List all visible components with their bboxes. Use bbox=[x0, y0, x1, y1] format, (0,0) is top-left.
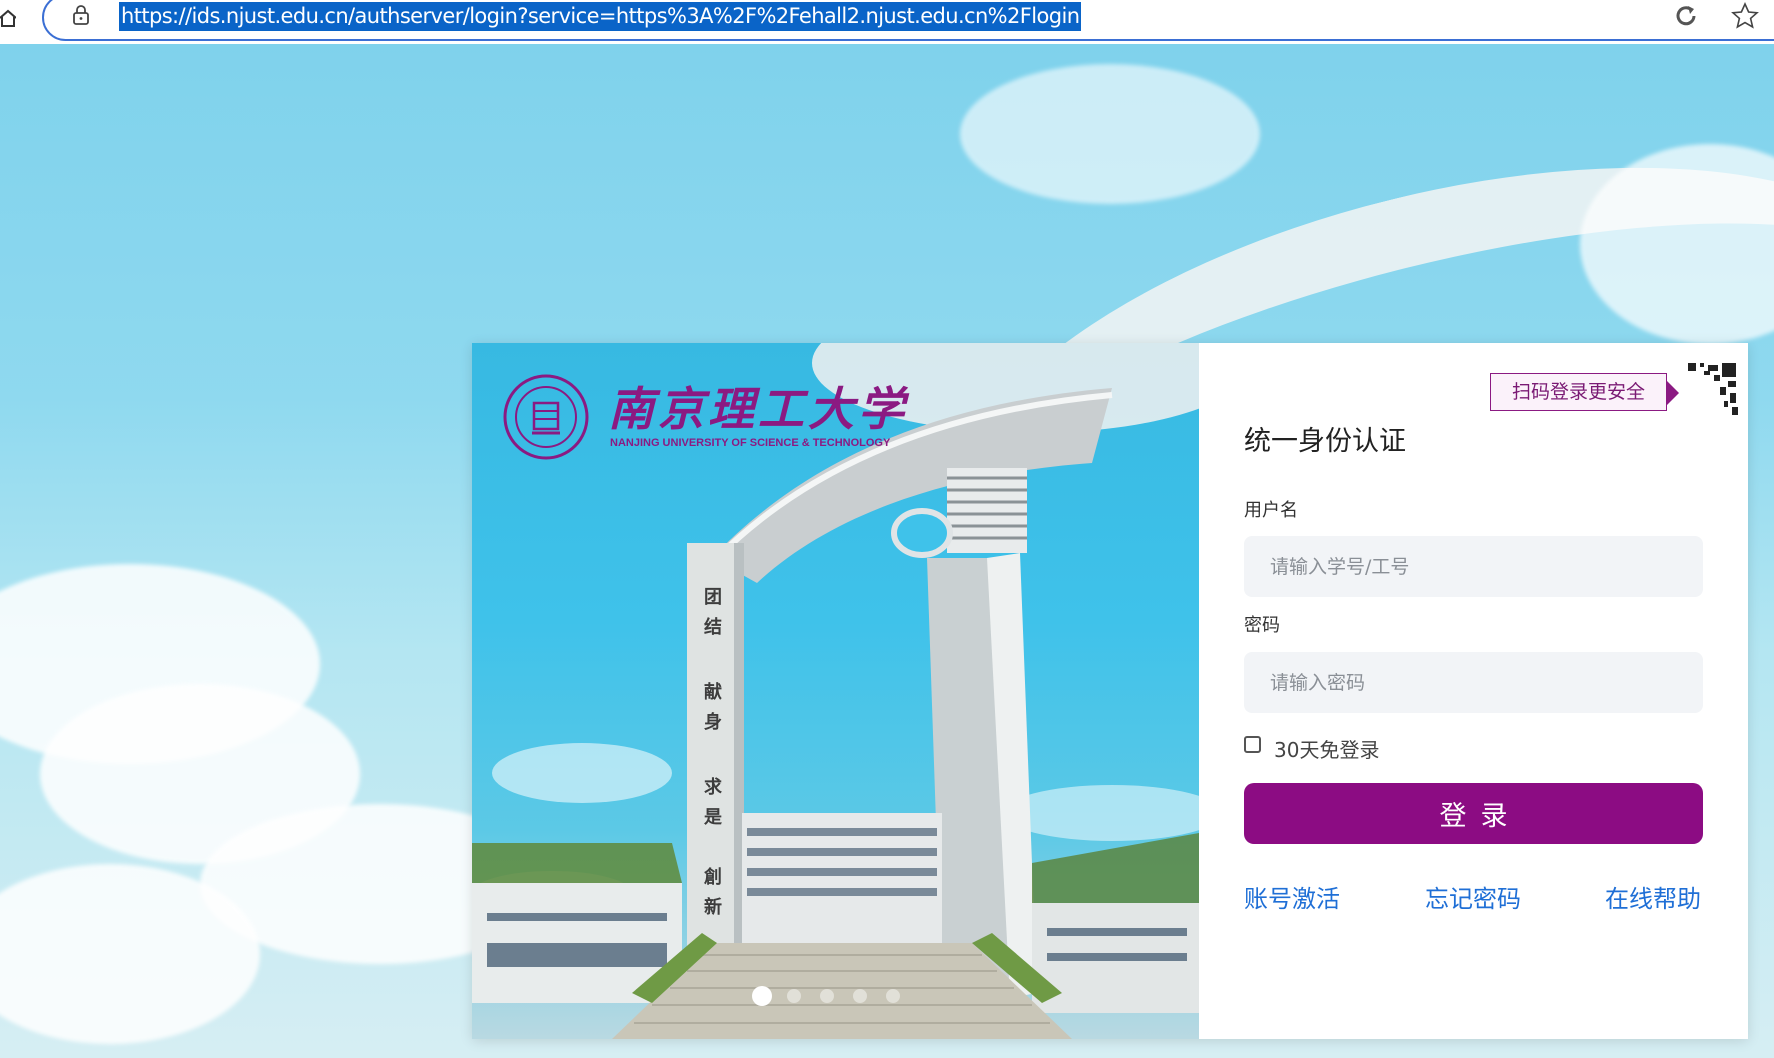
carousel-dot-2[interactable] bbox=[787, 989, 801, 1003]
background-cloud bbox=[960, 64, 1260, 204]
svg-text:求: 求 bbox=[704, 776, 723, 798]
svg-text:团: 团 bbox=[704, 587, 722, 608]
carousel-dot-4[interactable] bbox=[853, 989, 867, 1003]
svg-text:身: 身 bbox=[704, 711, 722, 733]
username-input[interactable] bbox=[1244, 536, 1703, 597]
svg-text:献: 献 bbox=[704, 681, 722, 703]
qr-code-icon[interactable] bbox=[1684, 361, 1740, 417]
activate-account-link[interactable]: 账号激活 bbox=[1244, 879, 1340, 914]
login-button[interactable]: 登录 bbox=[1244, 783, 1703, 844]
carousel-dot-5[interactable] bbox=[886, 989, 900, 1003]
qr-tip-arrow-icon bbox=[1667, 381, 1679, 405]
login-card: 团结 献身 求是 創新 南京理工大学 NANJING UNIVERSITY OF… bbox=[472, 343, 1748, 1039]
svg-text:創: 創 bbox=[703, 866, 722, 888]
browser-toolbar: https://ids.njust.edu.cn/authserver/logi… bbox=[0, 0, 1774, 44]
home-icon[interactable] bbox=[0, 8, 16, 28]
lock-icon[interactable] bbox=[72, 4, 90, 26]
forgot-password-link[interactable]: 忘记密码 bbox=[1425, 879, 1521, 914]
university-name-en: NANJING UNIVERSITY OF SCIENCE & TECHNOLO… bbox=[610, 437, 891, 449]
remember-checkbox[interactable] bbox=[1244, 736, 1261, 753]
refresh-icon[interactable] bbox=[1672, 2, 1700, 30]
password-input[interactable] bbox=[1244, 652, 1703, 713]
carousel-dot-3[interactable] bbox=[820, 989, 834, 1003]
username-label: 用户名 bbox=[1244, 500, 1298, 521]
svg-text:是: 是 bbox=[703, 807, 722, 828]
qr-login-tip: 扫码登录更安全 bbox=[1490, 373, 1667, 411]
online-help-link[interactable]: 在线帮助 bbox=[1605, 879, 1701, 914]
address-bar[interactable]: https://ids.njust.edu.cn/authserver/logi… bbox=[42, 0, 1774, 41]
star-icon[interactable] bbox=[1730, 1, 1760, 31]
university-seal-icon bbox=[503, 374, 589, 460]
remember-label[interactable]: 30天免登录 bbox=[1274, 734, 1379, 763]
svg-text:新: 新 bbox=[704, 896, 722, 918]
login-form: 扫码登录更安全 统一身份认证 用户名 密码 30天免登录 登录 账号激活 忘记密… bbox=[1199, 343, 1748, 1039]
svg-text:结: 结 bbox=[704, 616, 722, 638]
university-name-cn: 南京理工大学 bbox=[608, 382, 908, 436]
password-label: 密码 bbox=[1244, 615, 1280, 636]
login-title: 统一身份认证 bbox=[1244, 426, 1406, 457]
url-text[interactable]: https://ids.njust.edu.cn/authserver/logi… bbox=[119, 2, 1082, 31]
carousel-dot-1[interactable] bbox=[752, 986, 772, 1006]
campus-photo-carousel: 团结 献身 求是 創新 南京理工大学 NANJING UNIVERSITY OF… bbox=[472, 343, 1199, 1039]
